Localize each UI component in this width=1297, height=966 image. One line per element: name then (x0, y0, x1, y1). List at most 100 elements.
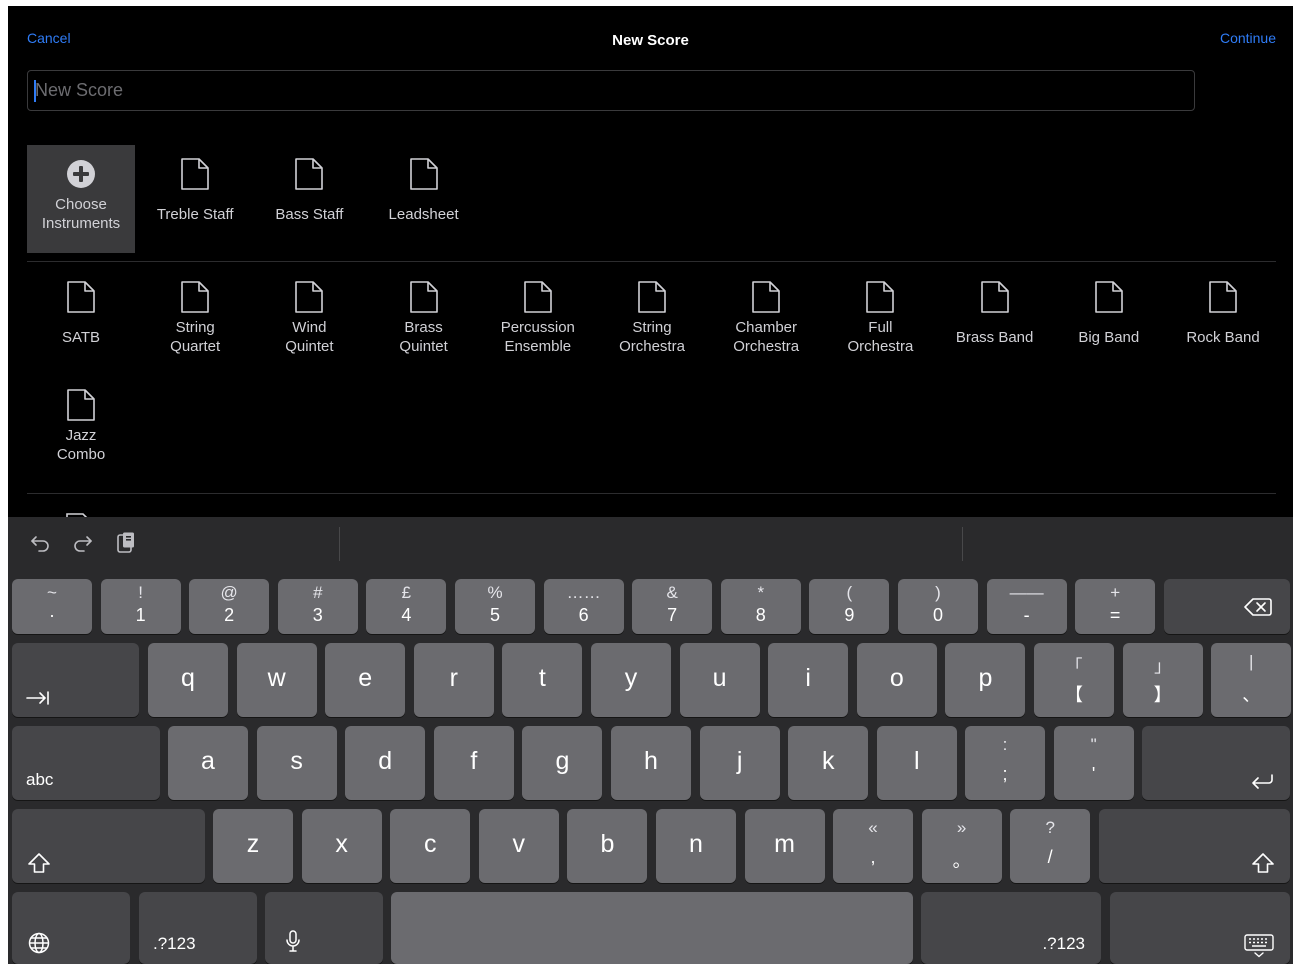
delete-key[interactable] (1164, 579, 1290, 634)
tab-icon (26, 691, 50, 705)
key-h[interactable]: h (611, 726, 691, 800)
key-0[interactable]: ) 0 (898, 579, 978, 634)
shift-right-key[interactable] (1099, 809, 1290, 883)
template-treble-staff[interactable]: Treble Staff (141, 145, 249, 253)
key-。[interactable]: »。 (921, 809, 1002, 883)
key-m[interactable]: m (744, 809, 825, 883)
key-y[interactable]: y (591, 643, 671, 717)
template-label: Big Band (1078, 328, 1140, 346)
key-b[interactable]: b (567, 809, 648, 883)
key-;[interactable]: :; (965, 726, 1045, 800)
template-percussion-ensemble[interactable]: Percussion Ensemble (484, 268, 592, 376)
template-label: Treble Staff (156, 205, 234, 223)
dictation-key[interactable] (265, 892, 383, 964)
score-title-input[interactable] (27, 70, 1195, 111)
paste-icon[interactable] (114, 531, 138, 555)
template-bass-staff[interactable]: Bass Staff (255, 145, 363, 253)
template-wind-quintet[interactable]: Wind Quintet (255, 268, 363, 376)
key-c[interactable]: c (390, 809, 471, 883)
key-/[interactable]: ? / (1010, 809, 1091, 883)
hide-keyboard-key[interactable] (1110, 892, 1290, 964)
text-cursor (34, 80, 36, 102)
key-1[interactable]: ! 1 (100, 579, 181, 634)
template-label: Full Orchestra (847, 319, 914, 355)
template-string-quartet[interactable]: String Quartet (141, 268, 249, 376)
key-r[interactable]: r (413, 643, 494, 717)
key-d[interactable]: d (345, 726, 426, 800)
key-】[interactable]: 」】 (1122, 643, 1203, 717)
key-alt-label: & (666, 583, 678, 602)
key-w[interactable]: w (236, 643, 317, 717)
numbers-left-key[interactable]: .?123 (139, 892, 257, 964)
key-n[interactable]: n (656, 809, 736, 883)
key-8[interactable]: * 8 (720, 579, 801, 634)
template-string-orchestra[interactable]: String Orchestra (598, 268, 706, 376)
numbers-right-key[interactable]: .?123 (921, 892, 1101, 964)
key-label: z (246, 830, 260, 858)
key-9[interactable]: (9 (809, 579, 890, 634)
template-brass-quintet[interactable]: Brass Quintet (370, 268, 478, 376)
key-4[interactable]: £4 (366, 579, 447, 634)
key-·[interactable]: ~ · (12, 579, 92, 634)
key-z[interactable]: z (213, 809, 293, 883)
key-l[interactable]: l (876, 726, 957, 800)
document-icon (408, 156, 440, 192)
key-label: s (290, 747, 303, 775)
key-3[interactable]: #3 (277, 579, 358, 634)
continue-button[interactable]: Continue (1220, 30, 1276, 46)
key-、[interactable]: |、 (1211, 643, 1292, 717)
key-7[interactable]: & 7 (632, 579, 713, 634)
key-alt-label: % (487, 583, 503, 602)
key-label: 6 (578, 605, 589, 625)
key-a[interactable]: a (168, 726, 248, 800)
globe-key[interactable] (12, 892, 130, 964)
key-6[interactable]: …… 6 (543, 579, 624, 634)
template-full-orchestra[interactable]: Full Orchestra (826, 268, 934, 376)
microphone-icon (285, 930, 301, 952)
template-leadsheet[interactable]: Leadsheet (370, 145, 478, 253)
key-s[interactable]: s (256, 726, 337, 800)
template-satb[interactable]: SATB (27, 268, 135, 376)
key-=[interactable]: + = (1075, 579, 1156, 634)
key-v[interactable]: v (478, 809, 559, 883)
template-choose-instruments[interactable]: Choose Instruments (27, 145, 135, 253)
key-q[interactable]: q (148, 643, 228, 717)
key-5[interactable]: % 5 (455, 579, 535, 634)
template-brass-band[interactable]: Brass Band (941, 268, 1049, 376)
undo-icon[interactable] (28, 531, 52, 555)
key-u[interactable]: u (679, 643, 760, 717)
key-j[interactable]: j (699, 726, 780, 800)
key-label: x (335, 830, 348, 858)
key-x[interactable]: x (301, 809, 382, 883)
key-e[interactable]: e (325, 643, 406, 717)
key-t[interactable]: t (502, 643, 583, 717)
key-2[interactable]: @2 (189, 579, 270, 634)
key-i[interactable]: i (768, 643, 849, 717)
document-icon (65, 279, 97, 315)
key-label: m (774, 830, 795, 858)
template-label: Chamber Orchestra (733, 319, 800, 355)
return-key[interactable] (1142, 726, 1290, 800)
template-chamber-orchestra[interactable]: Chamber Orchestra (712, 268, 820, 376)
abc-key[interactable]: abc (12, 726, 160, 800)
tab-key[interactable] (12, 643, 139, 717)
key-p[interactable]: p (945, 643, 1026, 717)
page-title: New Score (612, 32, 689, 49)
delete-icon (1244, 597, 1272, 617)
key-f[interactable]: f (433, 726, 514, 800)
template-rock-band[interactable]: Rock Band (1169, 268, 1277, 376)
template-jazz-combo[interactable]: Jazz Combo (27, 376, 135, 484)
key-'[interactable]: " ' (1053, 726, 1134, 800)
key-o[interactable]: o (856, 643, 937, 717)
key-k[interactable]: k (788, 726, 869, 800)
template-big-band[interactable]: Big Band (1055, 268, 1163, 376)
key-g[interactable]: g (522, 726, 603, 800)
key-label: 2 (224, 605, 235, 625)
key-【[interactable]: 「【 (1034, 643, 1114, 717)
space-key[interactable] (391, 892, 913, 964)
key-,[interactable]: «, (833, 809, 913, 883)
shift-left-key[interactable] (12, 809, 205, 883)
key-label: .?123 (1042, 934, 1085, 953)
key--[interactable]: —— - (986, 579, 1067, 634)
redo-icon[interactable] (71, 531, 95, 555)
